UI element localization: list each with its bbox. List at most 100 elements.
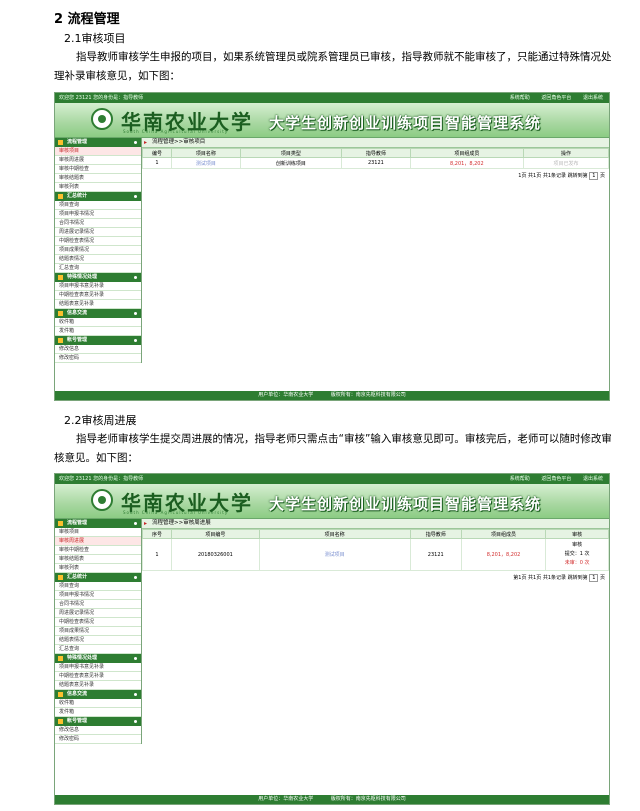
cell-members[interactable]: 8,201，8,202 bbox=[460, 538, 547, 571]
university-name-en: South China Agricultural University bbox=[123, 129, 229, 134]
col-header: 序号 bbox=[142, 529, 172, 539]
sidebar-item-review-weekly[interactable]: 审核周进展 bbox=[55, 156, 141, 165]
sidebar-item-final-table[interactable]: 结题表情况 bbox=[55, 636, 141, 645]
table-row: 1 测试项目 创新训练项目 23121 8,201，8,202 项目已发布 bbox=[142, 157, 609, 169]
sidebar-group-messages[interactable]: 信息交流 bbox=[55, 690, 141, 699]
sidebar-item-review-final[interactable]: 审核结题表 bbox=[55, 555, 141, 564]
sidebar-item-inbox[interactable]: 收件箱 bbox=[55, 699, 141, 708]
sidebar-item-contract[interactable]: 合同书情况 bbox=[55, 600, 141, 609]
main-area: 流程管理 审核项目 审核周进展 审核中期检查 审核结题表 审核列表 汇总统计 项… bbox=[55, 138, 609, 390]
sidebar-item-application-supplement[interactable]: 项目申报书意见补录 bbox=[55, 663, 141, 672]
submitted-count: 提交：1 次 bbox=[564, 551, 590, 557]
footer: 用户单位：华南农业大学 版权所有：南京先枢科技有限公司 bbox=[55, 391, 609, 400]
sidebar-group-flow[interactable]: 流程管理 bbox=[55, 138, 141, 147]
col-header: 项目组成员 bbox=[460, 529, 547, 539]
col-header: 审核 bbox=[545, 529, 609, 539]
sidebar-item-midterm-supplement[interactable]: 中期检查表意见补录 bbox=[55, 672, 141, 681]
sidebar-item-summary-query[interactable]: 汇总查询 bbox=[55, 645, 141, 654]
welcome-text: 欢迎您 23121 您的身份是：指导教师 bbox=[59, 95, 144, 101]
sidebar-item-review-project[interactable]: 审核项目 bbox=[55, 147, 141, 156]
review-link[interactable]: 审核 bbox=[546, 541, 608, 550]
pagination: 第1页 共1页 共1条记录 跳转到第 1 页 bbox=[142, 571, 609, 582]
sidebar: 流程管理 审核项目 审核周进展 审核中期检查 审核结题表 审核列表 汇总统计 项… bbox=[55, 519, 142, 744]
sidebar-group-account[interactable]: 帐号管理 bbox=[55, 336, 141, 345]
sidebar-item-edit-info[interactable]: 修改信息 bbox=[55, 726, 141, 735]
project-name-link[interactable]: 测试项目 bbox=[171, 157, 241, 169]
sidebar-item-weekly-record[interactable]: 周进展记录情况 bbox=[55, 609, 141, 618]
sidebar-item-final-supplement[interactable]: 结题表意见补录 bbox=[55, 300, 141, 309]
sidebar-item-final-table[interactable]: 结题表情况 bbox=[55, 255, 141, 264]
sidebar-item-change-password[interactable]: 修改密码 bbox=[55, 735, 141, 744]
project-name-link[interactable]: 测试项目 bbox=[258, 538, 411, 571]
sidebar-item-edit-info[interactable]: 修改信息 bbox=[55, 345, 141, 354]
sidebar-group-messages[interactable]: 信息交流 bbox=[55, 309, 141, 318]
sidebar-item-inbox[interactable]: 收件箱 bbox=[55, 318, 141, 327]
sidebar-item-change-password[interactable]: 修改密码 bbox=[55, 354, 141, 363]
sidebar-item-review-midterm[interactable]: 审核中期检查 bbox=[55, 165, 141, 174]
sidebar-item-review-project[interactable]: 审核项目 bbox=[55, 528, 141, 537]
sidebar-item-results[interactable]: 项目成果情况 bbox=[55, 246, 141, 255]
logout-link[interactable]: 退出系统 bbox=[583, 476, 603, 482]
help-link[interactable]: 系统帮助 bbox=[510, 476, 530, 482]
sidebar-group-stats[interactable]: 汇总统计 bbox=[55, 573, 141, 582]
sidebar-item-midterm-supplement[interactable]: 中期检查表意见补录 bbox=[55, 291, 141, 300]
university-name-en: South China Agricultural University bbox=[123, 510, 229, 515]
sidebar-group-special[interactable]: 特殊情况处理 bbox=[55, 654, 141, 663]
sidebar-item-summary-query[interactable]: 汇总查询 bbox=[55, 264, 141, 273]
weekly-table: 序号 项目编号 项目名称 指导教师 项目组成员 审核 1 20180326001… bbox=[142, 529, 609, 571]
sidebar-item-final-supplement[interactable]: 结题表意见补录 bbox=[55, 681, 141, 690]
welcome-text: 欢迎您 23121 您的身份是：指导教师 bbox=[59, 476, 144, 482]
logout-link[interactable]: 退出系统 bbox=[583, 95, 603, 101]
page-select[interactable]: 1 bbox=[589, 172, 599, 180]
table-header-row: 序号 项目编号 项目名称 指导教师 项目组成员 审核 bbox=[142, 529, 609, 539]
sidebar-item-application[interactable]: 项目申报书情况 bbox=[55, 210, 141, 219]
cell-teacher: 23121 bbox=[409, 538, 462, 571]
sidebar-group-account[interactable]: 帐号管理 bbox=[55, 717, 141, 726]
top-bar: 欢迎您 23121 您的身份是：指导教师 系统帮助 返回角色平台 退出系统 bbox=[55, 93, 609, 103]
university-logo-icon bbox=[91, 108, 113, 130]
footer-copyright: 版权所有：南京先枢科技有限公司 bbox=[330, 392, 406, 398]
sidebar-item-weekly-record[interactable]: 周进展记录情况 bbox=[55, 228, 141, 237]
col-header: 指导教师 bbox=[409, 529, 462, 539]
table-header-row: 编号 项目名称 项目类型 指导教师 项目组成员 操作 bbox=[142, 148, 609, 158]
role-platform-link[interactable]: 返回角色平台 bbox=[541, 95, 571, 101]
sidebar-item-review-list[interactable]: 审核列表 bbox=[55, 564, 141, 573]
sidebar-item-review-list[interactable]: 审核列表 bbox=[55, 183, 141, 192]
sidebar-item-application-supplement[interactable]: 项目申报书意见补录 bbox=[55, 282, 141, 291]
col-header: 项目名称 bbox=[171, 148, 241, 158]
role-platform-link[interactable]: 返回角色平台 bbox=[541, 476, 571, 482]
col-header: 项目编号 bbox=[171, 529, 260, 539]
footer-unit: 用户单位：华南农业大学 bbox=[258, 392, 314, 398]
sidebar-group-stats[interactable]: 汇总统计 bbox=[55, 192, 141, 201]
col-header: 项目组成员 bbox=[409, 148, 524, 158]
sidebar-item-review-midterm[interactable]: 审核中期检查 bbox=[55, 546, 141, 555]
sidebar-group-flow[interactable]: 流程管理 bbox=[55, 519, 141, 528]
sidebar-item-application[interactable]: 项目申报书情况 bbox=[55, 591, 141, 600]
pager-text: 1页 共1页 共1条记录 跳转到第 bbox=[518, 173, 588, 179]
sidebar-item-midterm-table[interactable]: 中期检查表情况 bbox=[55, 618, 141, 627]
pager-text: 第1页 共1页 共1条记录 跳转到第 bbox=[513, 575, 588, 581]
sidebar-item-project-query[interactable]: 项目查询 bbox=[55, 582, 141, 591]
cell-members[interactable]: 8,201，8,202 bbox=[409, 157, 524, 169]
subsection-title-1: 2.1审核项目 bbox=[64, 32, 126, 45]
system-title: 大学生创新创业训练项目智能管理系统 bbox=[269, 495, 542, 513]
sidebar-item-outbox[interactable]: 发件箱 bbox=[55, 708, 141, 717]
footer-unit: 用户单位：华南农业大学 bbox=[258, 796, 314, 802]
sidebar-item-review-final[interactable]: 审核结题表 bbox=[55, 174, 141, 183]
cell-no: 1 bbox=[142, 157, 172, 169]
sidebar-item-outbox[interactable]: 发件箱 bbox=[55, 327, 141, 336]
footer: 用户单位：华南农业大学 版权所有：南京先枢科技有限公司 bbox=[55, 795, 609, 804]
main-area: 流程管理 审核项目 审核周进展 审核中期检查 审核结题表 审核列表 汇总统计 项… bbox=[55, 519, 609, 794]
sidebar-group-special[interactable]: 特殊情况处理 bbox=[55, 273, 141, 282]
sidebar-item-results[interactable]: 项目成果情况 bbox=[55, 627, 141, 636]
header-banner: 华南农业大学 South China Agricultural Universi… bbox=[55, 103, 609, 138]
sidebar-item-midterm-table[interactable]: 中期检查表情况 bbox=[55, 237, 141, 246]
page-select[interactable]: 1 bbox=[589, 574, 599, 582]
col-header: 操作 bbox=[522, 148, 609, 158]
section-title: 2 流程管理 bbox=[54, 12, 120, 27]
breadcrumb: 流程管理>>审核项目 bbox=[142, 138, 609, 148]
help-link[interactable]: 系统帮助 bbox=[510, 95, 530, 101]
sidebar-item-contract[interactable]: 合同书情况 bbox=[55, 219, 141, 228]
sidebar-item-review-weekly[interactable]: 审核周进展 bbox=[55, 537, 141, 546]
sidebar-item-project-query[interactable]: 项目查询 bbox=[55, 201, 141, 210]
